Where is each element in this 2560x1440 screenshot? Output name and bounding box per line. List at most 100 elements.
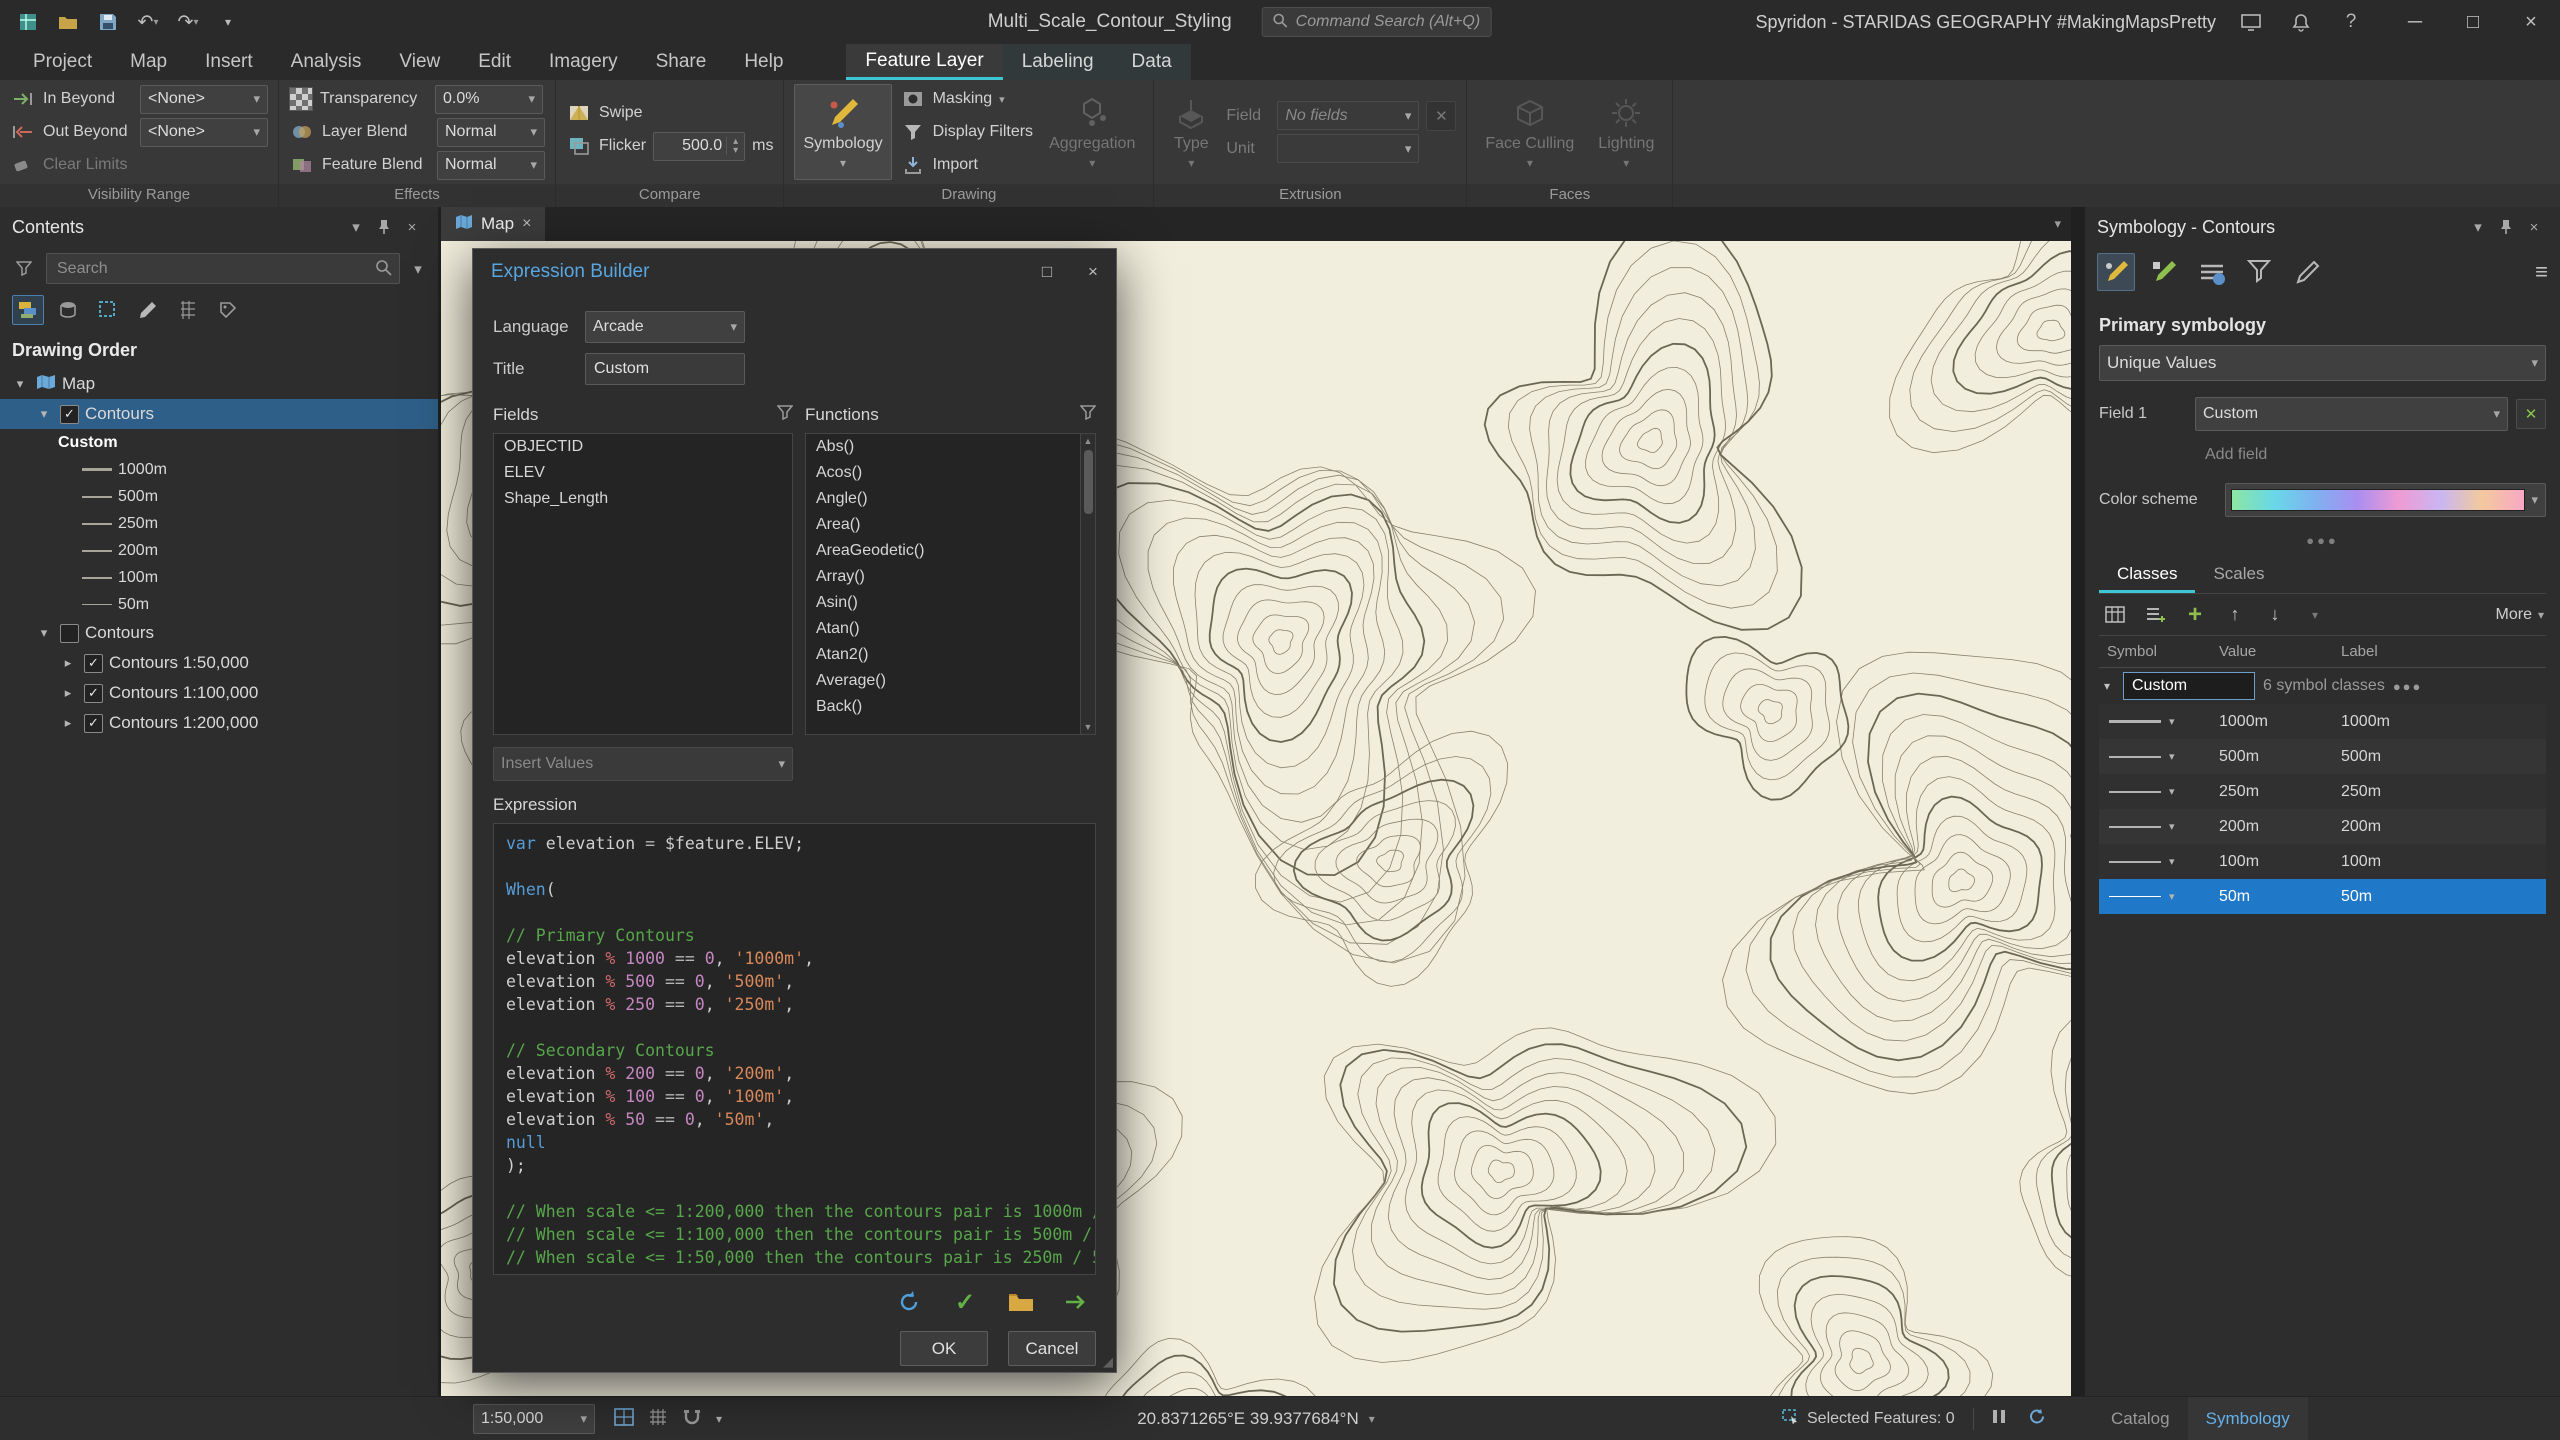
- tree-item-contours-group[interactable]: ▾✓Contours: [0, 618, 438, 648]
- pin-icon[interactable]: [2492, 213, 2520, 241]
- symbology-menu-icon[interactable]: ≡: [2535, 259, 2548, 285]
- search-options-icon[interactable]: ▾: [408, 255, 428, 283]
- symbol-dropdown-icon[interactable]: ▾: [2169, 715, 2175, 728]
- ribbon-tab-insert[interactable]: Insert: [186, 44, 272, 80]
- legend-title-custom[interactable]: Custom: [0, 429, 438, 456]
- class-symbol-cell[interactable]: ▾: [2099, 890, 2211, 903]
- redo-button[interactable]: ↷▾: [174, 8, 202, 36]
- export-expression-icon[interactable]: [1062, 1287, 1092, 1317]
- ribbon-tab-analysis[interactable]: Analysis: [272, 44, 381, 80]
- map-view-tab[interactable]: Map ×: [441, 207, 545, 241]
- dialog-maximize-button[interactable]: □: [1024, 249, 1070, 295]
- search-icon[interactable]: [375, 259, 392, 281]
- contents-search-input[interactable]: [46, 253, 400, 284]
- symbol-dropdown-icon[interactable]: ▾: [2169, 890, 2175, 903]
- list-by-editing-icon[interactable]: [132, 295, 164, 325]
- class-value-cell[interactable]: 250m: [2211, 783, 2333, 801]
- ribbon-tab-data[interactable]: Data: [1113, 44, 1191, 80]
- class-symbol-cell[interactable]: ▾: [2099, 715, 2211, 728]
- legend-class-100m[interactable]: 100m: [0, 564, 438, 591]
- set-expression-icon[interactable]: ✕: [2516, 399, 2546, 429]
- column-label[interactable]: Label: [2333, 643, 2546, 660]
- pause-drawing-icon[interactable]: [1992, 1409, 2006, 1429]
- add-field-button[interactable]: Add field: [2195, 441, 2277, 469]
- dialog-close-button[interactable]: ×: [1070, 249, 1116, 295]
- tree-item-contours-1-100-000[interactable]: ▸✓Contours 1:100,000: [0, 678, 438, 708]
- layer-blend-combo[interactable]: Normal▾: [437, 118, 545, 147]
- layer-visibility-checkbox[interactable]: ✓: [84, 714, 103, 733]
- function-list-item[interactable]: Atan(): [806, 616, 1080, 642]
- class-row-250m[interactable]: ▾ 250m250m: [2099, 774, 2546, 809]
- clear-limits-button[interactable]: Clear Limits: [10, 150, 268, 180]
- import-button[interactable]: Import: [900, 150, 1033, 180]
- coordinates-dropdown-icon[interactable]: ▾: [1369, 1412, 1375, 1426]
- account-name[interactable]: Spyridon - STARIDAS GEOGRAPHY #MakingMap…: [1756, 12, 2217, 33]
- fields-filter-icon[interactable]: [777, 405, 793, 425]
- language-combo[interactable]: Arcade▾: [585, 311, 745, 343]
- close-map-tab-icon[interactable]: ×: [522, 215, 531, 233]
- class-value-cell[interactable]: 100m: [2211, 853, 2333, 871]
- column-value[interactable]: Value: [2211, 643, 2333, 660]
- transparency-combo[interactable]: 0.0%▾: [435, 85, 543, 114]
- ribbon-tab-project[interactable]: Project: [14, 44, 111, 80]
- group-name-edit[interactable]: Custom: [2123, 672, 2255, 700]
- tab-strip-menu-icon[interactable]: ▾: [2044, 207, 2071, 241]
- move-up-button[interactable]: ↑: [2221, 602, 2249, 628]
- ribbon-tab-view[interactable]: View: [380, 44, 459, 80]
- new-project-icon[interactable]: [14, 8, 42, 36]
- group-expander-icon[interactable]: ▾: [2099, 679, 2115, 693]
- ribbon-tab-imagery[interactable]: Imagery: [530, 44, 637, 80]
- tree-item-map[interactable]: ▾Map: [0, 369, 438, 399]
- tree-item-contours[interactable]: ▾✓Contours: [0, 399, 438, 429]
- class-label-cell[interactable]: 250m: [2333, 783, 2546, 801]
- class-label-cell[interactable]: 500m: [2333, 748, 2546, 766]
- class-row-1000m[interactable]: ▾ 1000m1000m: [2099, 704, 2546, 739]
- class-symbol-cell[interactable]: ▾: [2099, 785, 2211, 798]
- field-list-item[interactable]: ELEV: [494, 460, 792, 486]
- function-list-item[interactable]: Area(): [806, 512, 1080, 538]
- resize-grip[interactable]: ◢: [1103, 1354, 1113, 1370]
- class-row-100m[interactable]: ▾100m100m: [2099, 844, 2546, 879]
- symbol-dropdown-icon[interactable]: ▾: [2169, 785, 2175, 798]
- color-scheme-combo[interactable]: ▾: [2225, 483, 2546, 517]
- functions-listbox[interactable]: Abs()Acos()Angle()Area()AreaGeodetic()Ar…: [805, 433, 1096, 735]
- masking-button[interactable]: Masking ▾: [900, 84, 1033, 114]
- class-group-row[interactable]: ▾ Custom 6 symbol classes ●●●: [2099, 668, 2546, 704]
- close-panel-icon[interactable]: ×: [398, 213, 426, 241]
- class-value-cell[interactable]: 1000m: [2211, 713, 2333, 731]
- function-list-item[interactable]: Back(): [806, 694, 1080, 720]
- legend-class-200m[interactable]: 200m: [0, 537, 438, 564]
- expander-icon[interactable]: ▾: [34, 406, 54, 422]
- list-by-selection-icon[interactable]: [92, 295, 124, 325]
- cancel-button[interactable]: Cancel: [1008, 1331, 1096, 1366]
- class-label-cell[interactable]: 50m: [2333, 888, 2546, 906]
- scale-based-symbology-icon[interactable]: [2241, 253, 2279, 291]
- customize-quick-access-icon[interactable]: ▾: [214, 8, 242, 36]
- list-by-drawing-order-icon[interactable]: [12, 295, 44, 325]
- grid-icon[interactable]: [648, 1408, 668, 1431]
- dock-tab-symbology[interactable]: Symbology: [2188, 1397, 2308, 1440]
- coordinates-display[interactable]: 20.8371265°E 39.9377684°N ▾: [1137, 1397, 1375, 1440]
- field1-combo[interactable]: Custom▾: [2195, 397, 2508, 431]
- ribbon-tab-edit[interactable]: Edit: [459, 44, 530, 80]
- extrusion-unit-combo[interactable]: ▾: [1277, 134, 1419, 163]
- panel-menu-icon[interactable]: ▾: [2464, 213, 2492, 241]
- fields-listbox[interactable]: OBJECTIDELEVShape_Length: [493, 433, 793, 735]
- layer-visibility-checkbox[interactable]: ✓: [84, 654, 103, 673]
- expression-title-input[interactable]: [585, 353, 745, 385]
- functions-scrollbar[interactable]: ▲ ▼: [1080, 434, 1095, 734]
- feature-blend-combo[interactable]: Normal▾: [437, 151, 545, 180]
- class-label-cell[interactable]: 1000m: [2333, 713, 2546, 731]
- list-by-labeling-icon[interactable]: [212, 295, 244, 325]
- maximize-button[interactable]: □: [2444, 0, 2502, 44]
- dialog-titlebar[interactable]: Expression Builder □ ×: [473, 249, 1116, 295]
- functions-filter-icon[interactable]: [1080, 405, 1096, 425]
- ribbon-tab-map[interactable]: Map: [111, 44, 186, 80]
- symbol-dropdown-icon[interactable]: ▾: [2169, 750, 2175, 763]
- ribbon-tab-feature-layer[interactable]: Feature Layer: [846, 44, 1002, 80]
- list-by-source-icon[interactable]: [52, 295, 84, 325]
- legend-class-500m[interactable]: 500m: [0, 483, 438, 510]
- more-button[interactable]: More▾: [2496, 606, 2544, 624]
- expander-icon[interactable]: ▾: [10, 376, 30, 392]
- help-icon[interactable]: ?: [2336, 7, 2366, 37]
